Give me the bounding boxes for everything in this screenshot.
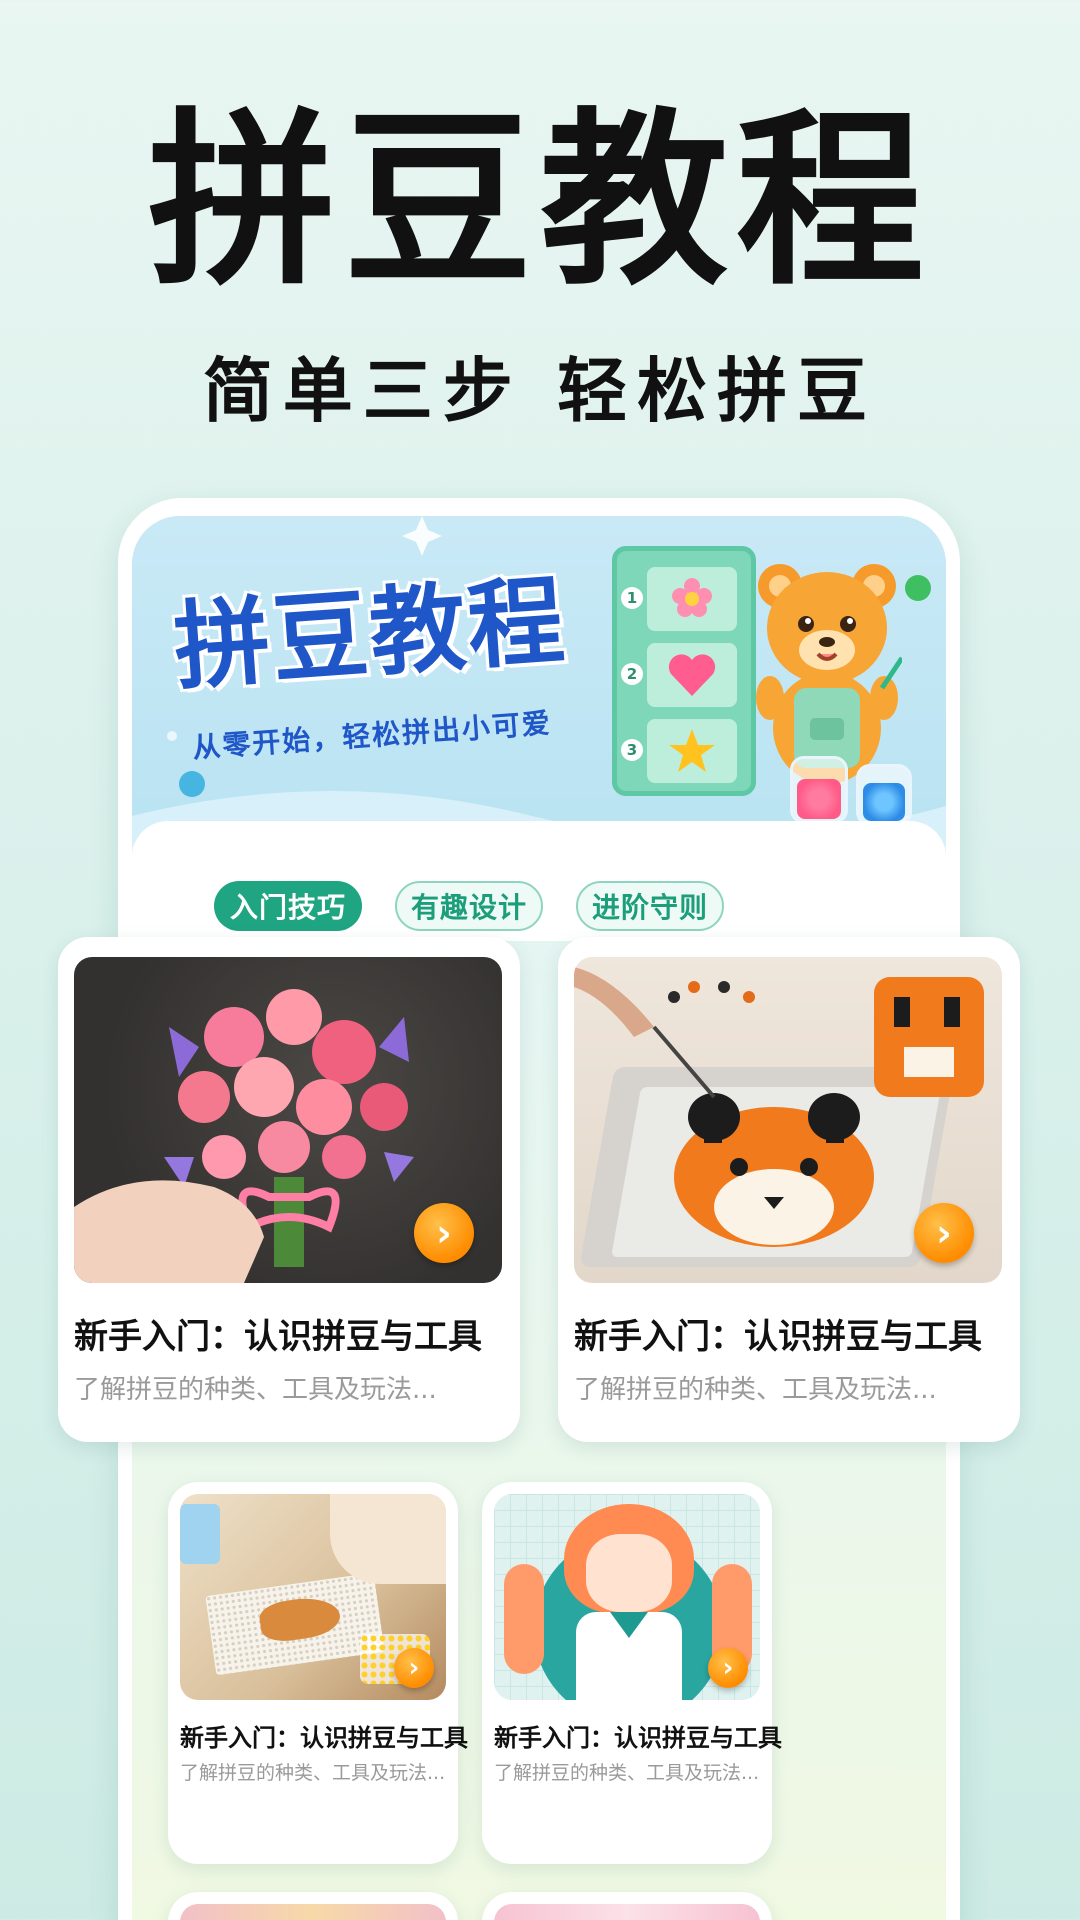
star-icon — [647, 719, 737, 783]
category-tab-bar: 入门技巧 有趣设计 进阶守则 — [132, 821, 946, 941]
tutorial-card-partial[interactable] — [168, 1892, 458, 1920]
card-description: 了解拼豆的种类、工具及玩法... — [494, 1762, 760, 1784]
card-description: 了解拼豆的种类、工具及玩法... — [574, 1375, 937, 1405]
tutorial-card[interactable]: › 新手入门：认识拼豆与工具 了解拼豆的种类、工具及玩法... — [482, 1482, 782, 1864]
card-description: 了解拼豆的种类、工具及玩法... — [74, 1375, 437, 1405]
pegboard-easel: 1 2 3 — [612, 546, 756, 796]
bear-mascot-icon — [756, 564, 902, 784]
card-title: 新手入门：认识拼豆与工具 — [74, 1317, 482, 1357]
tutorial-card-partial[interactable] — [482, 1892, 772, 1920]
flower-icon — [647, 567, 737, 631]
banner-title: 拼豆教程 — [170, 564, 570, 704]
tutorial-card[interactable]: › 新手入门：认识拼豆与工具 了解拼豆的种类、工具及玩法... — [168, 1482, 468, 1864]
pink-bead-jar — [790, 756, 848, 824]
card-image — [180, 1904, 446, 1920]
card-title: 新手入门：认识拼豆与工具 — [494, 1724, 782, 1752]
hero-subtitle: 简单三步 轻松拼豆 — [202, 350, 878, 432]
arrow-right-icon[interactable]: › — [914, 1203, 974, 1263]
card-title: 新手入门：认识拼豆与工具 — [180, 1724, 468, 1752]
tutorial-banner[interactable]: 拼豆教程 从零开始，轻松拼出小可爱 1 2 3 — [132, 516, 946, 846]
card-image — [494, 1904, 760, 1920]
arrow-right-icon[interactable]: › — [394, 1648, 434, 1688]
blue-bead-jar — [856, 764, 912, 826]
card-description: 了解拼豆的种类、工具及玩法... — [180, 1762, 446, 1784]
tutorial-card[interactable]: › 新手入门：认识拼豆与工具 了解拼豆的种类、工具及玩法... — [58, 937, 520, 1442]
hero-title: 拼豆教程 — [148, 92, 932, 311]
tab-fun-designs[interactable]: 有趣设计 — [395, 881, 543, 931]
arrow-right-icon[interactable]: › — [414, 1203, 474, 1263]
step-number: 3 — [621, 739, 643, 761]
card-title: 新手入门：认识拼豆与工具 — [574, 1317, 982, 1357]
tab-beginner-tips[interactable]: 入门技巧 — [214, 881, 362, 931]
heart-icon — [647, 643, 737, 707]
tab-advanced-rules[interactable]: 进阶守则 — [576, 881, 724, 931]
step-number: 1 — [621, 587, 643, 609]
arrow-right-icon[interactable]: › — [708, 1648, 748, 1688]
step-number: 2 — [621, 663, 643, 685]
tutorial-card[interactable]: › 新手入门：认识拼豆与工具 了解拼豆的种类、工具及玩法... — [558, 937, 1020, 1442]
